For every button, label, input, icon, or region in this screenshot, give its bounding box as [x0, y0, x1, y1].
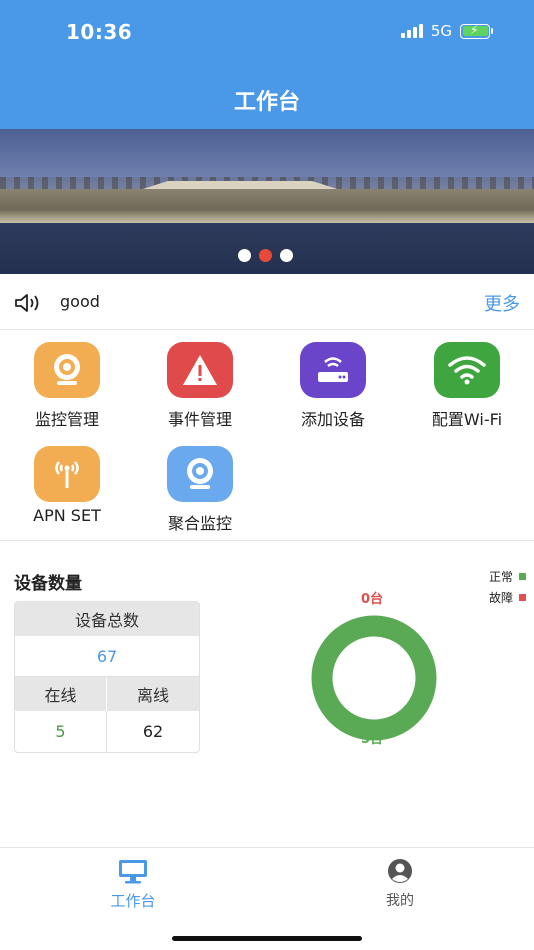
- tab-label: 我的: [386, 893, 414, 909]
- carousel-dot-active[interactable]: [259, 249, 272, 262]
- banner-carousel[interactable]: [0, 129, 534, 274]
- battery-icon: ⚡: [460, 23, 493, 39]
- wifi-icon: [434, 342, 500, 398]
- online-header: 在线: [15, 677, 107, 711]
- user-icon: [388, 859, 412, 883]
- home-indicator: [172, 936, 362, 941]
- grid-item-add-device[interactable]: 添加设备: [266, 331, 400, 431]
- notice-text: good: [60, 292, 100, 311]
- status-indicators: 5G ⚡: [400, 22, 493, 40]
- warning-icon: [167, 342, 233, 398]
- grid-item-label: APN SET: [33, 506, 101, 525]
- grid-item-label: 监控管理: [34, 410, 99, 429]
- camera-icon: [34, 342, 100, 398]
- grid-item-label: 聚合监控: [167, 514, 232, 533]
- speaker-icon: [15, 294, 39, 312]
- carousel-dot[interactable]: [280, 249, 293, 262]
- device-status-donut-chart: [311, 615, 437, 741]
- grid-item-wifi-config[interactable]: 配置Wi-Fi: [400, 331, 534, 431]
- legend-swatch: [519, 573, 526, 580]
- normal-count-label: 5台: [361, 732, 384, 747]
- notice-bar[interactable]: good 更多: [0, 276, 534, 330]
- page-title: 工作台: [233, 90, 300, 115]
- camera-icon: [167, 446, 233, 502]
- grid-item-monitor[interactable]: 监控管理: [0, 331, 134, 431]
- chart-legend: 正常 故障: [489, 566, 526, 608]
- function-grid: 监控管理 事件管理 添加设备 配置Wi-Fi APN SET 聚合监控: [0, 331, 534, 541]
- offline-value: 62: [142, 722, 164, 741]
- tab-label: 工作台: [110, 892, 156, 910]
- tab-mine[interactable]: 我的: [330, 858, 470, 910]
- router-icon: [300, 342, 366, 398]
- app-header: 10:36 5G ⚡ 工作台: [0, 0, 534, 129]
- device-count-table: 设备总数 67 在线 离线 5 62: [14, 601, 200, 753]
- carousel-dots: [238, 249, 293, 262]
- offline-header: 离线: [107, 677, 199, 711]
- legend-label: 正常: [488, 570, 513, 584]
- network-type: 5G: [430, 22, 452, 40]
- section-title: 设备数量: [14, 574, 82, 594]
- total-value: 67: [15, 636, 199, 677]
- more-link[interactable]: 更多: [484, 290, 520, 316]
- legend-swatch: [519, 594, 526, 601]
- grid-item-aggregate-monitor[interactable]: 聚合监控: [133, 435, 267, 535]
- grid-item-label: 事件管理: [167, 410, 232, 429]
- grid-item-label: 添加设备: [300, 410, 365, 429]
- device-stats-section: 设备数量 正常 故障 设备总数 67 在线 离线 5 62 0台 5台: [0, 542, 534, 847]
- grid-item-label: 配置Wi-Fi: [431, 410, 503, 429]
- grid-item-apn-set[interactable]: APN SET: [0, 435, 134, 535]
- legend-item-fault: 故障: [489, 587, 526, 608]
- legend-label: 故障: [488, 591, 513, 605]
- status-time: 10:36: [66, 20, 133, 44]
- legend-item-normal: 正常: [489, 566, 526, 587]
- carousel-dot[interactable]: [238, 249, 251, 262]
- donut-slice-正常: [311, 615, 437, 741]
- antenna-icon: [34, 446, 100, 502]
- online-value: 5: [15, 711, 107, 752]
- total-header: 设备总数: [15, 602, 199, 636]
- fault-count-label: 0台: [361, 592, 384, 607]
- bottom-tab-bar: 工作台 我的: [0, 847, 534, 950]
- grid-item-events[interactable]: 事件管理: [133, 331, 267, 431]
- signal-icon: [400, 24, 423, 38]
- tab-workbench[interactable]: 工作台: [63, 858, 203, 911]
- monitor-icon: [119, 860, 147, 884]
